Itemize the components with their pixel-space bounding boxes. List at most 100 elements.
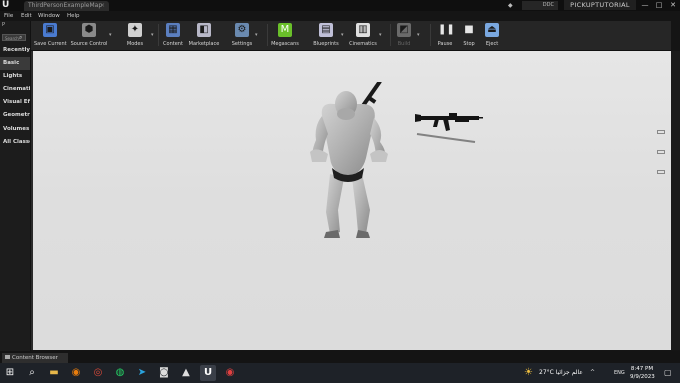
clock[interactable]: 8:47 PM 9/9/2023 [630,365,655,381]
source-control-button[interactable]: ⬢ Source Control [70,21,108,50]
toolbar-button-label: Content [163,41,183,47]
modes-category-visual-eff[interactable]: Visual Eff [0,96,30,109]
content-button[interactable]: ▦ Content [161,21,185,50]
search-icon: ⌕ [19,34,23,41]
content-icon: ▦ [166,23,180,37]
toolbar-button-label: Modes [126,41,144,47]
minimize-button[interactable]: — [638,0,652,10]
telegram-icon[interactable]: ➤ [134,365,150,381]
chevron-down-icon[interactable]: ▾ [109,32,112,38]
toolbar-button-label: Build [397,41,411,47]
eject-icon: ⏏ [485,23,499,37]
search-icon[interactable]: ⌕ [24,365,40,381]
chevron-down-icon[interactable]: ▾ [379,32,382,38]
ddc-indicator[interactable]: DDC [522,1,558,10]
chevron-down-icon[interactable]: ▾ [255,32,258,38]
chevron-down-icon[interactable]: ▾ [151,32,154,38]
modes-category-lights[interactable]: Lights [0,70,30,83]
toolbar-button-label: Megascans [271,41,299,47]
stop-button[interactable]: ■ Stop [460,21,478,50]
file-explorer-icon[interactable]: ▬ [46,365,62,381]
toolbar-button-label: Settings [231,41,253,47]
build-icon: ◩ [397,23,411,37]
toolbar-button-label: Eject [485,41,499,47]
notification-icon[interactable]: ▢ [664,368,672,377]
toolbar-separator [267,24,268,46]
menu-file[interactable]: File [4,11,13,21]
toolbar-button-label: Cinematics [349,41,377,47]
modes-category-all-classe[interactable]: All Classe [0,136,30,149]
menu-edit[interactable]: Edit [21,11,32,21]
settings-button[interactable]: ⚙ Settings [230,21,254,50]
marketplace-button[interactable]: ◧ Marketplace [188,21,220,50]
weather-icon[interactable]: ☀ [524,367,533,379]
stop-icon: ■ [464,24,474,35]
viewport-right-edge [671,51,680,350]
toolbar-button-label: Pause [437,41,453,47]
rifle-shadow [416,133,476,143]
cinematics-icon: ▥ [356,23,370,37]
modes-category-volumes[interactable]: Volumes [0,123,30,136]
maximize-button[interactable]: □ [652,0,666,10]
windows-start-icon[interactable]: ⊞ [2,365,18,381]
mannequin-character[interactable] [300,82,396,242]
tab-level-map[interactable]: ThirdPersonExampleMap [24,1,109,11]
tab-close-icon[interactable]: × [100,1,105,11]
modes-icon: ✦ [128,23,142,37]
settings-icon: ⚙ [235,23,249,37]
modes-search-input[interactable]: Search [2,34,26,41]
menu-bar [0,11,680,21]
side-panel-toggle[interactable] [657,130,665,134]
toolbar-button-label: Stop [463,41,475,47]
content-browser-tab[interactable]: Content Browser [2,353,68,363]
side-panel-toggle[interactable] [657,150,665,154]
save-icon: ▣ [43,23,57,37]
chrome-icon[interactable]: ◎ [90,365,106,381]
chevron-down-icon[interactable]: ▾ [417,32,420,38]
rifle-pickup[interactable] [415,108,485,144]
recorder-icon[interactable]: ◉ [222,365,238,381]
viewport-left-border [31,51,33,350]
content-browser-bar [0,351,680,363]
menu-help[interactable]: Help [67,11,80,21]
pause-icon: ❚❚ [438,24,455,35]
unreal-engine-icon[interactable]: U [200,365,216,381]
blueprints-button[interactable]: ▤ Blueprints [312,21,340,50]
source-control-icon: ⬢ [82,23,96,37]
toolbar-button-label: Blueprints [313,41,339,47]
toolbar-button-label: Marketplace [188,41,220,47]
megascans-icon: M [278,23,292,37]
language-indicator[interactable]: ENG [614,370,625,376]
toolbar-button-label: Source Control [70,41,108,47]
source-control-status-icon: ◆ [508,2,513,9]
save-current-button[interactable]: ▣ Save Current [34,21,67,50]
unreal-logo-icon: U [2,0,10,10]
modes-category-recently[interactable]: Recently [0,44,30,57]
toolbar-separator [390,24,391,46]
modes-category-basic[interactable]: Basic [0,57,30,70]
toolbar-button-label: Save Current [34,41,67,47]
place-mode-label[interactable]: P [2,22,5,28]
build-button[interactable]: ◩ Build [392,21,416,50]
obs-icon[interactable]: ◙ [156,365,172,381]
modes-category-cinematic[interactable]: Cinematic [0,83,30,96]
toolbar-separator [158,24,159,46]
toolbar-separator [430,24,431,46]
epic-launcher-icon[interactable]: ▲ [178,365,194,381]
weather-widget[interactable]: 27°C عالم جزائيا [539,369,583,376]
eject-button[interactable]: ⏏ Eject [482,21,502,50]
side-panel-toggle[interactable] [657,170,665,174]
modes-button[interactable]: ✦ Modes [120,21,150,50]
menu-window[interactable]: Window [38,11,60,21]
modes-category-geometry[interactable]: Geometry [0,109,30,122]
tray-chevron-icon[interactable]: ^ [590,369,595,376]
pause-button[interactable]: ❚❚ Pause [434,21,456,50]
blender-icon[interactable]: ◉ [68,365,84,381]
whatsapp-icon[interactable]: ◍ [112,365,128,381]
megascans-button[interactable]: M Megascans [270,21,300,50]
project-name: PICKUPTUTORIAL [564,0,636,10]
cinematics-button[interactable]: ▥ Cinematics [348,21,378,50]
close-button[interactable]: ✕ [666,0,680,10]
chevron-down-icon[interactable]: ▾ [341,32,344,38]
content-browser-icon [5,355,10,359]
